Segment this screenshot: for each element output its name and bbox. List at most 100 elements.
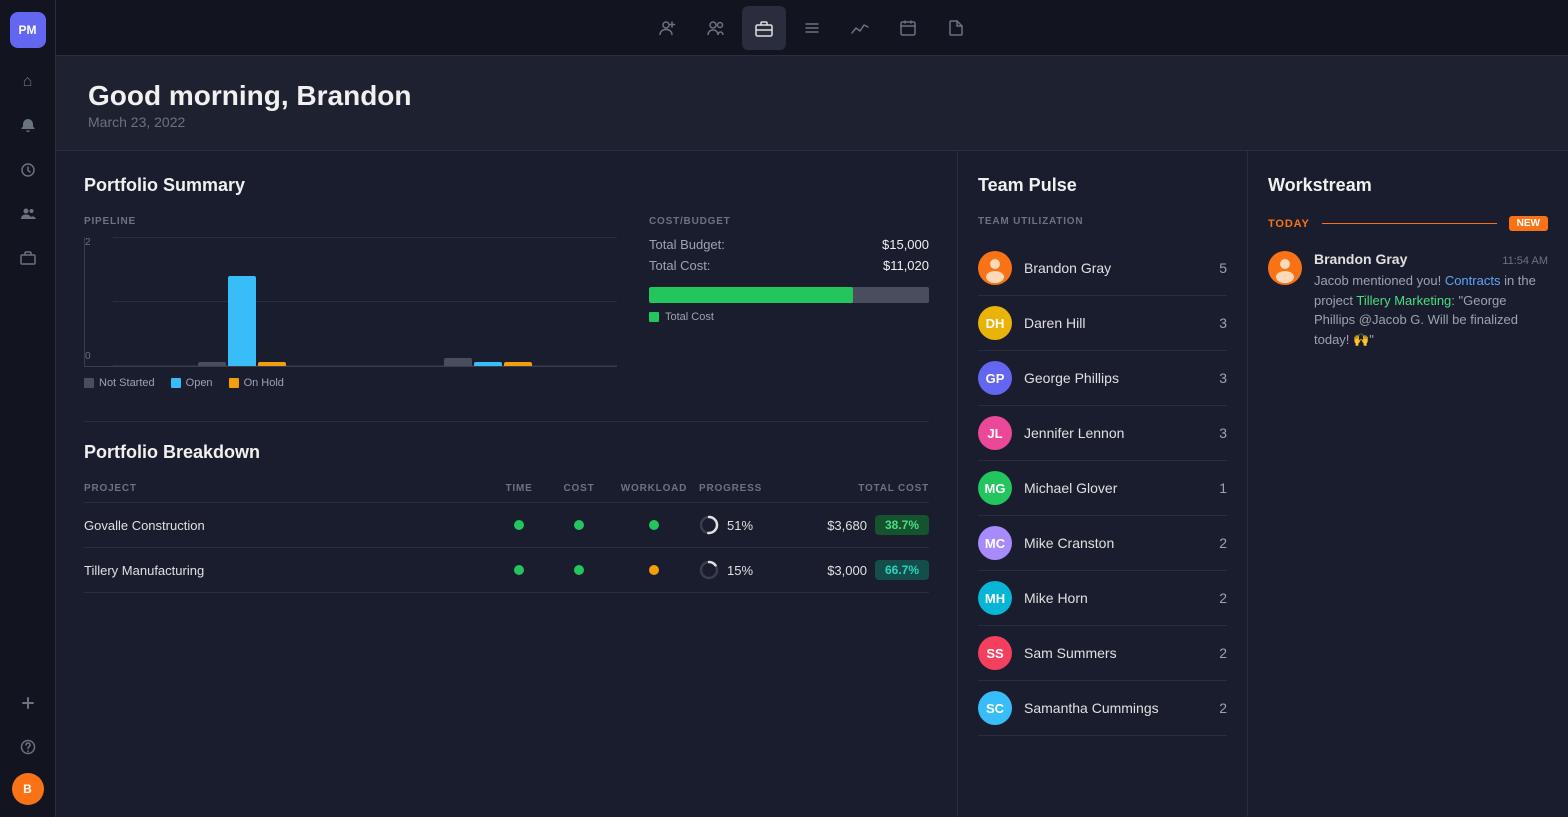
member-count-brandon: 5 <box>1219 260 1227 276</box>
team-member-daren[interactable]: DH Daren Hill 3 <box>978 296 1227 351</box>
col-workload: WORKLOAD <box>609 483 699 494</box>
budget-legend-label: Total Cost <box>665 311 714 323</box>
link-contracts[interactable]: Contracts <box>1445 273 1501 288</box>
workstream-meta: Brandon Gray 11:54 AM <box>1314 251 1548 267</box>
total-budget-label: Total Budget: <box>649 237 725 252</box>
time-dot-1 <box>514 520 524 530</box>
progress-pct-2: 15% <box>727 563 753 578</box>
legend-label-not-started: Not Started <box>99 377 155 389</box>
workstream-avatar-brandon <box>1268 251 1302 285</box>
total-cost-cell-2: $3,000 66.7% <box>829 560 929 580</box>
team-member-jennifer[interactable]: JL Jennifer Lennon 3 <box>978 406 1227 461</box>
total-budget-value: $15,000 <box>882 237 929 252</box>
budget-legend-dot <box>649 312 659 322</box>
nav-document[interactable] <box>934 6 978 50</box>
bar-on-hold-2 <box>504 362 532 366</box>
user-avatar[interactable]: B <box>12 773 44 805</box>
cost-section: COST/BUDGET Total Budget: $15,000 Total … <box>649 216 929 389</box>
workstream-panel: Workstream TODAY NEW Brandon Gray 11:54 … <box>1248 151 1568 817</box>
nav-calendar[interactable] <box>886 6 930 50</box>
left-panel: Portfolio Summary PIPELINE 2 0 <box>56 151 958 817</box>
member-name-samantha: Samantha Cummings <box>1024 700 1207 716</box>
workstream-item: Brandon Gray 11:54 AM Jacob mentioned yo… <box>1268 251 1548 349</box>
team-member-samantha[interactable]: SC Samantha Cummings 2 <box>978 681 1227 736</box>
team-pulse-panel: Team Pulse TEAM UTILIZATION Brandon Gray… <box>958 151 1248 817</box>
col-total-cost: TOTAL COST <box>829 483 929 494</box>
team-member-mike-h[interactable]: MH Mike Horn 2 <box>978 571 1227 626</box>
member-avatar-mike-c: MC <box>978 526 1012 560</box>
table-row: Tillery Manufacturing <box>84 548 929 593</box>
progress-cell-2: 15% <box>699 560 829 580</box>
member-avatar-george: GP <box>978 361 1012 395</box>
app-logo[interactable]: PM <box>10 12 46 48</box>
member-name-mike-h: Mike Horn <box>1024 590 1207 606</box>
page-header: Good morning, Brandon March 23, 2022 <box>56 56 1568 151</box>
users-icon[interactable] <box>10 196 46 232</box>
member-name-mike-c: Mike Cranston <box>1024 535 1207 551</box>
total-cost-row: Total Cost: $11,020 <box>649 258 929 273</box>
y-label-0: 0 <box>85 351 91 362</box>
link-tillery-marketing[interactable]: Tillery Marketing <box>1356 293 1451 308</box>
chart-wrapper: 2 0 <box>84 237 617 367</box>
member-avatar-mike-h: MH <box>978 581 1012 615</box>
bar-not-started-2 <box>444 358 472 366</box>
team-member-sam[interactable]: SS Sam Summers 2 <box>978 626 1227 681</box>
alert-icon[interactable] <box>10 108 46 144</box>
sidebar: PM ⌂ B <box>0 0 56 817</box>
cost-status-1 <box>549 520 609 530</box>
workstream-content: Brandon Gray 11:54 AM Jacob mentioned yo… <box>1314 251 1548 349</box>
member-name-michael: Michael Glover <box>1024 480 1207 496</box>
workload-dot-1 <box>649 520 659 530</box>
member-name-sam: Sam Summers <box>1024 645 1207 661</box>
page-date: March 23, 2022 <box>88 114 1536 130</box>
col-time: TIME <box>489 483 549 494</box>
home-icon[interactable]: ⌂ <box>10 64 46 100</box>
y-label-2: 2 <box>85 237 91 248</box>
nav-chart[interactable] <box>838 6 882 50</box>
total-cost-label: Total Cost: <box>649 258 710 273</box>
utilization-label: TEAM UTILIZATION <box>978 216 1227 227</box>
panels: Portfolio Summary PIPELINE 2 0 <box>56 151 1568 817</box>
work-icon[interactable] <box>10 240 46 276</box>
page-title: Good morning, Brandon <box>88 80 1536 112</box>
legend-label-open: Open <box>186 377 213 389</box>
help-icon[interactable] <box>10 729 46 765</box>
nav-list[interactable] <box>790 6 834 50</box>
col-cost: COST <box>549 483 609 494</box>
portfolio-breakdown-title: Portfolio Breakdown <box>84 442 929 463</box>
nav-person-add[interactable] <box>646 6 690 50</box>
legend-label-on-hold: On Hold <box>244 377 284 389</box>
add-icon[interactable] <box>10 685 46 721</box>
time-dot-2 <box>514 565 524 575</box>
team-member-mike-c[interactable]: MC Mike Cranston 2 <box>978 516 1227 571</box>
legend-not-started: Not Started <box>84 377 155 389</box>
chart-legend: Not Started Open On Hold <box>84 377 617 389</box>
bar-open-1 <box>228 276 256 366</box>
portfolio-summary-title: Portfolio Summary <box>84 175 929 196</box>
member-count-george: 3 <box>1219 370 1227 386</box>
nav-people[interactable] <box>694 6 738 50</box>
today-line <box>1322 223 1497 224</box>
bar-not-started-1 <box>198 362 226 366</box>
legend-dot-not-started <box>84 378 94 388</box>
portfolio-summary-grid: PIPELINE 2 0 <box>84 216 929 389</box>
pipeline-label: PIPELINE <box>84 216 617 227</box>
member-name-jennifer: Jennifer Lennon <box>1024 425 1207 441</box>
nav-briefcase[interactable] <box>742 6 786 50</box>
legend-open: Open <box>171 377 213 389</box>
team-member-michael[interactable]: MG Michael Glover 1 <box>978 461 1227 516</box>
workstream-today-header: TODAY NEW <box>1268 216 1548 231</box>
workstream-time: 11:54 AM <box>1502 255 1548 267</box>
time-icon[interactable] <box>10 152 46 188</box>
member-count-sam: 2 <box>1219 645 1227 661</box>
team-member-george[interactable]: GP George Phillips 3 <box>978 351 1227 406</box>
breakdown-table: PROJECT TIME COST WORKLOAD PROGRESS TOTA… <box>84 483 929 593</box>
total-cost-badge-2: 66.7% <box>875 560 929 580</box>
member-count-samantha: 2 <box>1219 700 1227 716</box>
project-name-2[interactable]: Tillery Manufacturing <box>84 563 489 578</box>
project-name-1[interactable]: Govalle Construction <box>84 518 489 533</box>
legend-on-hold: On Hold <box>229 377 284 389</box>
time-status-1 <box>489 520 549 530</box>
workload-dot-2 <box>649 565 659 575</box>
team-member-brandon[interactable]: Brandon Gray 5 <box>978 241 1227 296</box>
